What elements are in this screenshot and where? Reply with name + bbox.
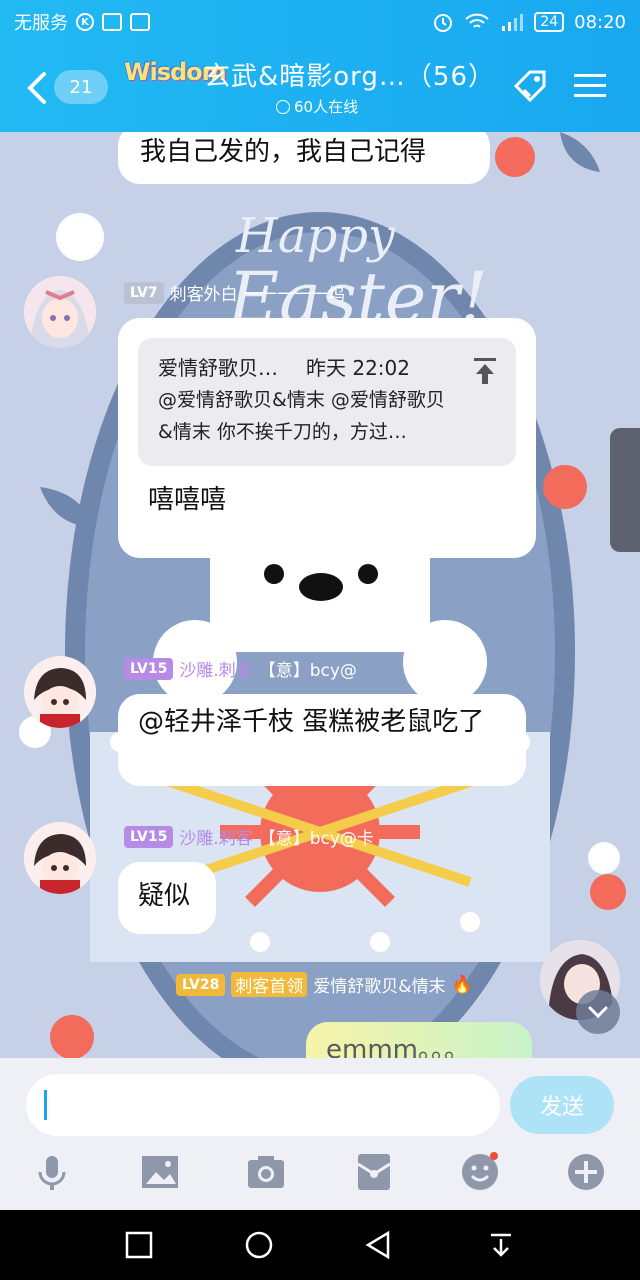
- recent-apps-icon[interactable]: [124, 1230, 154, 1260]
- sender-info: LV7 刺客外白 一一一一一坞: [124, 280, 345, 305]
- notification-pull-icon[interactable]: [486, 1230, 516, 1260]
- sender-name[interactable]: 【意】bcy@: [259, 656, 357, 681]
- sender-info: LV15 沙雕.刺客 【意】bcy@卡: [124, 824, 374, 849]
- jump-to-quote-icon[interactable]: [472, 356, 498, 386]
- message-text: emmm。。。: [326, 1035, 470, 1058]
- emoji-icon[interactable]: [460, 1152, 500, 1192]
- back-icon[interactable]: [364, 1230, 394, 1260]
- online-count: 60人在线: [294, 98, 359, 116]
- sender-name[interactable]: 刺客外白 一一一一一坞: [170, 280, 345, 305]
- online-status[interactable]: 60人在线: [276, 96, 358, 117]
- message-bubble[interactable]: @轻井泽千枝 蛋糕被老鼠吃了: [118, 694, 526, 786]
- wifi-icon: [465, 13, 489, 28]
- anime-boy-avatar-icon: [24, 656, 96, 728]
- level-badge: LV7: [124, 281, 164, 304]
- level-badge: LV15: [124, 825, 174, 848]
- svg-text:Happy: Happy: [235, 208, 396, 264]
- carrier-label: 无服务: [14, 13, 68, 34]
- red-packet-icon[interactable]: [354, 1152, 394, 1192]
- camera-icon[interactable]: [246, 1152, 286, 1192]
- avatar[interactable]: [24, 276, 96, 348]
- message-bubble[interactable]: 我自己发的，我自己记得: [118, 132, 490, 184]
- quoted-body: @爱情舒歌贝&情末 @爱情舒歌贝&情末 你不挨千刀的，方过…: [158, 389, 445, 443]
- message-bubble[interactable]: emmm。。。: [306, 1022, 532, 1058]
- level-badge: LV28: [176, 973, 226, 996]
- group-title[interactable]: 玄武&暗影org…（56）: [204, 56, 495, 93]
- chevron-down-icon: [588, 1006, 608, 1019]
- easter-background-decoration: Happy Easter!: [19, 132, 626, 1058]
- message-text: 我自己发的，我自己记得: [140, 137, 427, 167]
- image-icon[interactable]: [140, 1152, 180, 1192]
- message-text: @轻井泽千枝 蛋糕被老鼠吃了: [138, 707, 485, 737]
- scroll-to-bottom-button[interactable]: [576, 990, 620, 1034]
- battery-level: 24: [534, 12, 565, 32]
- input-panel: 发送: [0, 1058, 640, 1210]
- clock: 08:20: [574, 11, 626, 33]
- microphone-icon[interactable]: [32, 1152, 72, 1192]
- app-notification-icon: [130, 13, 150, 31]
- message-bubble[interactable]: 爱情舒歌贝… 昨天 22:02 @爱情舒歌贝&情末 @爱情舒歌贝&情末 你不挨千…: [118, 318, 536, 558]
- message-bubble[interactable]: 疑似: [118, 862, 216, 934]
- system-navigation-bar: [0, 1210, 640, 1280]
- k-badge-icon: K: [76, 13, 94, 31]
- status-bar: 无服务 K 24 08:20: [0, 0, 640, 44]
- unread-count-badge[interactable]: 21: [54, 70, 108, 104]
- group-tag-icon[interactable]: [508, 64, 552, 108]
- anime-girl-avatar-icon: [24, 276, 96, 348]
- sender-title[interactable]: 刺客首领: [231, 972, 308, 997]
- menu-icon[interactable]: [574, 72, 606, 100]
- level-badge: LV15: [124, 657, 174, 680]
- quoted-author: 爱情舒歌贝…: [158, 356, 278, 380]
- message-text: 疑似: [138, 881, 191, 911]
- quoted-message[interactable]: 爱情舒歌贝… 昨天 22:02 @爱情舒歌贝&情末 @爱情舒歌贝&情末 你不挨千…: [138, 338, 516, 466]
- avatar[interactable]: [24, 822, 96, 894]
- alarm-icon: [434, 14, 453, 32]
- home-icon[interactable]: [244, 1230, 274, 1260]
- fire-icon: 🔥: [451, 974, 473, 995]
- send-button[interactable]: 发送: [510, 1076, 614, 1134]
- sender-info: LV28 刺客首领 爱情舒歌贝&情末 🔥: [176, 972, 473, 997]
- message-input[interactable]: [26, 1074, 500, 1136]
- sender-title[interactable]: 沙雕.刺客: [179, 824, 252, 849]
- side-drawer-handle[interactable]: [610, 428, 640, 552]
- back-arrow-icon[interactable]: [24, 68, 50, 108]
- signal-icon: [502, 14, 524, 31]
- chat-header: 21 Wisdom 玄武&暗影org…（56） 60人在线: [0, 44, 640, 132]
- sender-name[interactable]: 【意】bcy@卡: [259, 824, 374, 849]
- sender-name[interactable]: 爱情舒歌贝&情末: [313, 972, 445, 997]
- quoted-time: 昨天 22:02: [306, 356, 410, 380]
- online-indicator-icon: [276, 99, 290, 114]
- anime-boy-avatar-icon: [24, 822, 96, 894]
- message-text: 嘻嘻嘻: [148, 485, 227, 515]
- avatar[interactable]: [24, 656, 96, 728]
- sender-info: LV15 沙雕.刺客 【意】bcy@: [124, 656, 357, 681]
- activity-icon: [102, 13, 122, 31]
- chat-message-list[interactable]: Happy Easter! 我自己发的，我自己记得 LV7 刺客外白 一一一一一…: [0, 132, 640, 1058]
- sender-title[interactable]: 沙雕.刺客: [179, 656, 252, 681]
- text-caret: [44, 1090, 47, 1120]
- plus-icon[interactable]: [566, 1152, 606, 1192]
